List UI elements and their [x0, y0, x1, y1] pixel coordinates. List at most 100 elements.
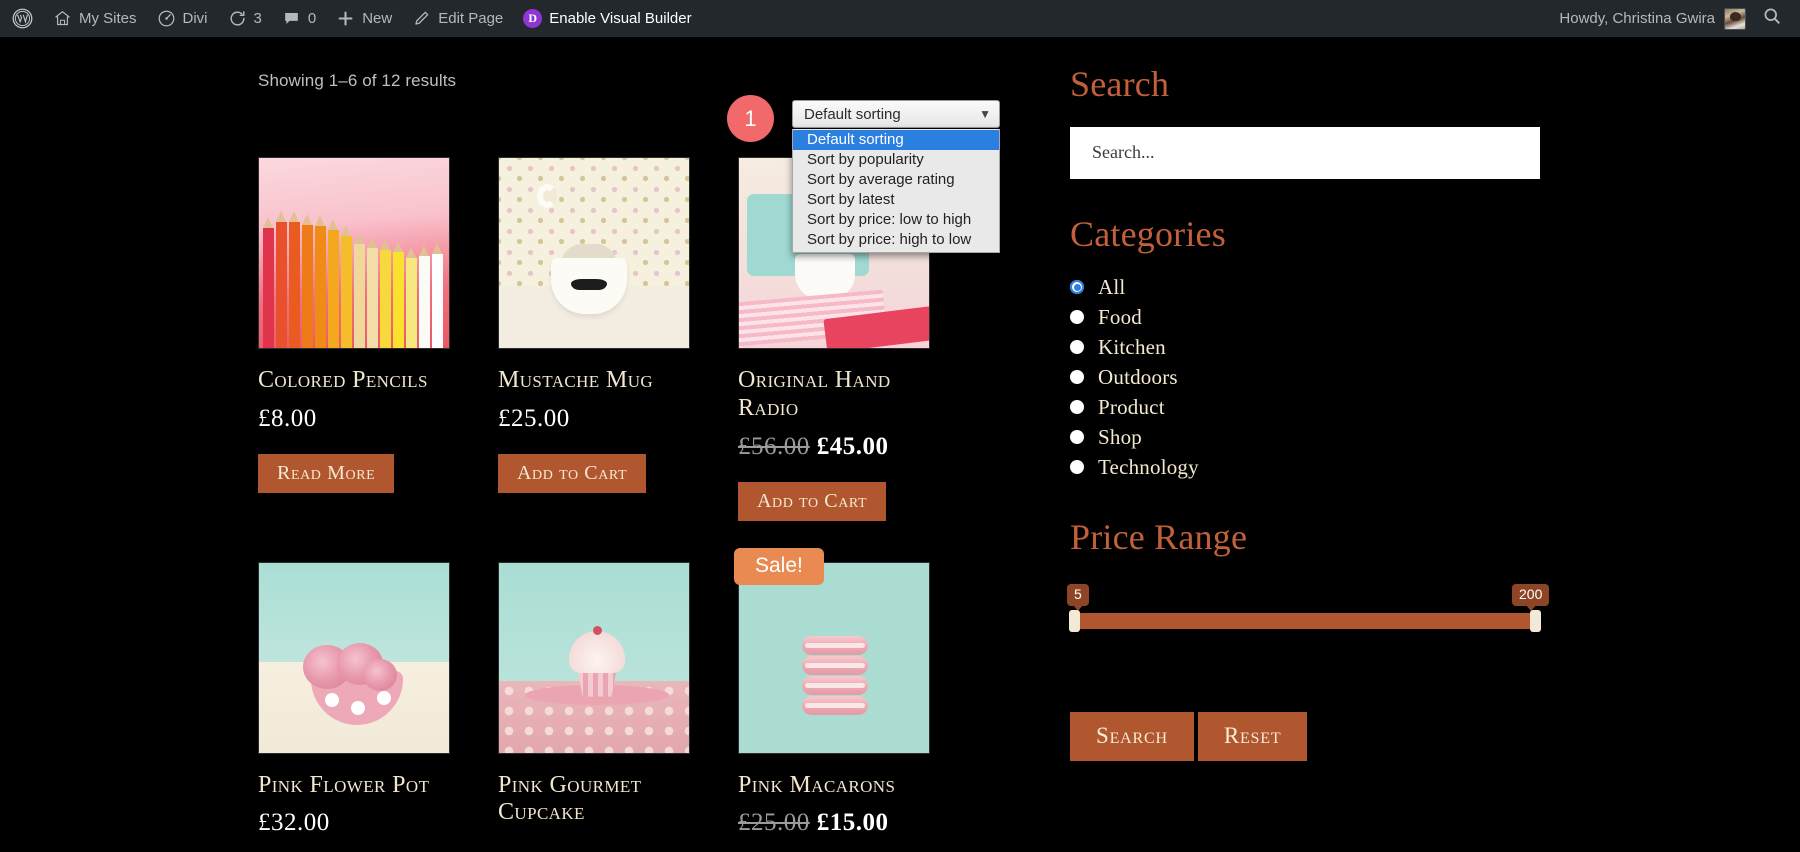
category-option-technology[interactable]: Technology: [1070, 452, 1550, 482]
admin-bar-label-updates-count: 3: [253, 10, 262, 27]
ordering-option-default-sorting[interactable]: Default sorting: [793, 130, 999, 150]
admin-bar-item-my-sites[interactable]: My Sites: [43, 0, 147, 37]
category-label: Shop: [1098, 424, 1142, 449]
category-option-food[interactable]: Food: [1070, 302, 1550, 332]
price-slider-handle-max[interactable]: [1530, 609, 1541, 632]
wordpress-icon: [12, 8, 33, 29]
updates-icon: [228, 9, 247, 28]
product-card-pink-flower-pot: Pink Flower Pot £32.00: [258, 561, 498, 838]
product-image-pink-macarons[interactable]: [738, 561, 930, 754]
admin-bar-label-comments-count: 0: [307, 10, 317, 27]
ordering-select-box[interactable]: Default sorting ▼: [792, 100, 1000, 128]
admin-bar-item-enable-visual-builder[interactable]: D Enable Visual Builder: [513, 0, 701, 37]
product-title[interactable]: Pink Gourmet Cupcake: [498, 772, 698, 828]
product-price: £25.00 £15.00: [738, 809, 978, 837]
product-sale-price: £15.00: [816, 809, 889, 837]
radio-icon[interactable]: [1070, 430, 1084, 445]
product-add-to-cart-button[interactable]: Add to Cart: [738, 481, 887, 521]
comment-bubble-icon: [282, 9, 301, 28]
widget-title-search: Search: [1070, 64, 1170, 104]
widget-price-range: Price Range 5 200 Search Reset: [1067, 518, 1550, 761]
radio-icon[interactable]: [1070, 460, 1084, 475]
product-card-mustache-mug: Mustache Mug £25.00 Add to Cart: [498, 157, 738, 521]
search-button[interactable]: Search: [1070, 711, 1194, 761]
product-image-colored-pencils[interactable]: [258, 157, 450, 349]
ordering-option-price-low-high[interactable]: Sort by price: low to high: [793, 210, 999, 230]
product-title[interactable]: Original Hand Radio: [738, 367, 938, 423]
product-old-price: £56.00: [738, 432, 810, 460]
product-price: £56.00 £45.00: [738, 433, 978, 461]
admin-bar-label-edit-page: Edit Page: [438, 10, 504, 27]
price-slider-track[interactable]: [1070, 612, 1540, 629]
pink-flower-pot-photo: [259, 562, 449, 753]
reset-button[interactable]: Reset: [1197, 711, 1308, 761]
search-input[interactable]: Search...: [1070, 126, 1540, 179]
sale-badge: Sale!: [734, 547, 824, 585]
sites-icon: [53, 9, 72, 28]
product-title[interactable]: Pink Flower Pot: [258, 772, 458, 800]
price-slider-handle-min[interactable]: [1069, 609, 1080, 632]
admin-bar-item-divi[interactable]: Divi: [147, 0, 218, 37]
category-label: Kitchen: [1098, 334, 1166, 359]
product-title[interactable]: Colored Pencils: [258, 367, 458, 395]
category-option-outdoors[interactable]: Outdoors: [1070, 362, 1550, 392]
product-grid: Colored Pencils £8.00 Read More Mustache…: [258, 157, 978, 837]
divi-d-icon: D: [523, 9, 543, 28]
search-icon: [1762, 6, 1782, 26]
admin-bar-label-new: New: [362, 10, 393, 27]
product-sale-price: £45.00: [816, 432, 889, 460]
mustache-mug-photo: [499, 158, 689, 348]
shop-page: Showing 1–6 of 12 results 1 Default sort…: [0, 37, 1800, 852]
admin-bar-label-divi: Divi: [182, 10, 208, 27]
price-range-slider[interactable]: 5 200: [1067, 583, 1550, 640]
admin-bar-label-my-sites: My Sites: [79, 10, 137, 27]
colored-pencils-photo: [259, 158, 449, 348]
pink-macarons-photo: [739, 562, 929, 753]
admin-bar-right-group: Howdy, Christina Gwira: [1549, 0, 1800, 37]
avatar: [1724, 7, 1746, 30]
howdy-account-menu[interactable]: Howdy, Christina Gwira: [1549, 7, 1754, 30]
pink-cupcake-photo: [499, 562, 689, 753]
ordering-option-price-high-low[interactable]: Sort by price: high to low: [793, 230, 999, 250]
product-image-pink-flower-pot[interactable]: [258, 561, 450, 754]
radio-icon[interactable]: [1070, 370, 1084, 385]
radio-icon[interactable]: [1070, 310, 1084, 325]
admin-bar-item-new[interactable]: New: [326, 0, 402, 37]
ordering-selected-value: Default sorting: [804, 105, 901, 123]
product-image-pink-gourmet-cupcake[interactable]: [498, 561, 690, 754]
product-card-pink-gourmet-cupcake: Pink Gourmet Cupcake: [498, 561, 738, 838]
admin-bar-label-enable-visual-builder: Enable Visual Builder: [549, 10, 692, 27]
category-option-product[interactable]: Product: [1070, 392, 1550, 422]
admin-bar-item-edit-page[interactable]: Edit Page: [402, 0, 513, 37]
ordering-option-average-rating[interactable]: Sort by average rating: [793, 170, 999, 190]
ordering-option-latest[interactable]: Sort by latest: [793, 190, 999, 210]
radio-icon[interactable]: [1070, 400, 1084, 415]
price-max-bubble: 200: [1512, 583, 1550, 607]
category-label: All: [1098, 274, 1126, 299]
ordering-option-list[interactable]: Default sorting Sort by popularity Sort …: [792, 129, 1000, 253]
category-label: Outdoors: [1098, 364, 1178, 389]
pencil-icon: [412, 9, 431, 28]
category-option-shop[interactable]: Shop: [1070, 422, 1550, 452]
radio-icon[interactable]: [1070, 340, 1084, 355]
step-badge-1: 1: [727, 95, 774, 142]
radio-icon[interactable]: [1070, 280, 1084, 295]
category-label: Technology: [1098, 454, 1199, 479]
divi-dashboard-icon: [157, 9, 176, 28]
admin-bar-search-button[interactable]: [1754, 6, 1800, 31]
product-image-mustache-mug[interactable]: [498, 157, 690, 349]
product-title[interactable]: Pink Macarons: [738, 772, 938, 800]
ordering-option-popularity[interactable]: Sort by popularity: [793, 150, 999, 170]
admin-bar-item-updates[interactable]: 3: [218, 0, 272, 37]
category-option-kitchen[interactable]: Kitchen: [1070, 332, 1550, 362]
wp-admin-bar: My Sites Divi 3 0 New Edit Page D Enable…: [0, 0, 1800, 37]
howdy-label: Howdy, Christina Gwira: [1559, 10, 1715, 27]
category-option-all[interactable]: All: [1070, 272, 1550, 302]
ordering-dropdown[interactable]: Default sorting ▼ Default sorting Sort b…: [792, 100, 1000, 253]
admin-bar-item-comments[interactable]: 0: [272, 0, 326, 37]
product-title[interactable]: Mustache Mug: [498, 367, 698, 395]
product-read-more-button[interactable]: Read More: [258, 453, 395, 493]
product-add-to-cart-button[interactable]: Add to Cart: [498, 453, 647, 493]
wordpress-logo-menu[interactable]: [0, 0, 43, 37]
product-price: £32.00: [258, 809, 330, 837]
